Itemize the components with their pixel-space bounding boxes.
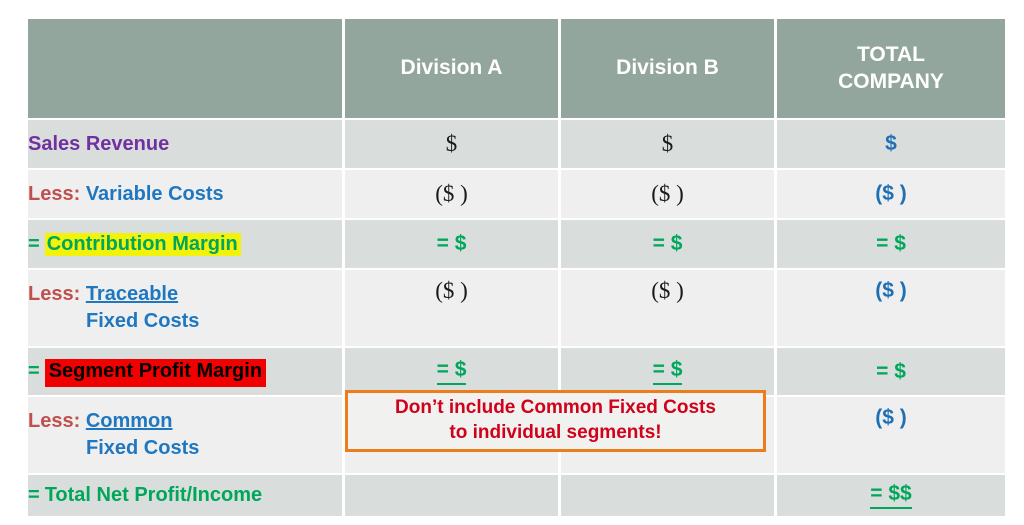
cell-sales-revenue-division-a: $ bbox=[345, 120, 561, 170]
callout-line-1: Don’t include Common Fixed Costs bbox=[395, 397, 716, 419]
label-text-contribution-margin-highlighted: Contribution Margin bbox=[44, 232, 241, 256]
cell-total-net-profit-total-company: = $$ bbox=[777, 475, 1005, 518]
cell-value-underlined: = $ bbox=[436, 358, 467, 386]
label-text-common-fixed-costs-line2: Fixed Costs bbox=[86, 437, 200, 459]
cell-value-underlined: = $ bbox=[652, 358, 683, 386]
label-text-common: Common bbox=[85, 410, 173, 432]
common-fixed-costs-callout: Don’t include Common Fixed Costs to indi… bbox=[345, 390, 766, 452]
cell-segment-profit-margin-total-company: = $ bbox=[777, 348, 1005, 397]
label-text-variable-costs: Variable Costs bbox=[85, 182, 224, 205]
cell-sales-revenue-total-company: $ bbox=[777, 120, 1005, 170]
label-text-sales-revenue: Sales Revenue bbox=[28, 132, 170, 155]
table-row-total-net-profit-income: = Total Net Profit/Income = $$ bbox=[28, 475, 1005, 518]
header-division-b: Division B bbox=[561, 19, 777, 120]
label-prefix-less-variable: Less: bbox=[28, 182, 81, 205]
cell-sales-revenue-division-b: $ bbox=[561, 120, 777, 170]
cell-variable-costs-division-b: ($ ) bbox=[561, 170, 777, 220]
cell-traceable-fixed-costs-total-company: ($ ) bbox=[777, 270, 1005, 348]
header-total-line2: COMPANY bbox=[838, 69, 944, 93]
cell-traceable-fixed-costs-division-b: ($ ) bbox=[561, 270, 777, 348]
row-label-traceable-fixed-costs: Less: Traceable Fixed Costs bbox=[28, 270, 345, 348]
label-prefix-less-traceable: Less: bbox=[28, 283, 81, 305]
callout-line-2: to individual segments! bbox=[449, 422, 662, 443]
table-row-contribution-margin: = Contribution Margin = $ = $ = $ bbox=[28, 220, 1005, 270]
header-corner-cell bbox=[28, 19, 345, 120]
callout-text: Don’t include Common Fixed Costs to indi… bbox=[395, 396, 716, 445]
table-body: Sales Revenue $ $ $ Less: Variable Costs… bbox=[28, 120, 1005, 518]
cell-total-net-profit-division-a bbox=[345, 475, 561, 518]
cell-variable-costs-division-a: ($ ) bbox=[345, 170, 561, 220]
header-total-company: TOTAL COMPANY bbox=[777, 19, 1005, 120]
row-label-total-net-profit-income: = Total Net Profit/Income bbox=[28, 475, 345, 518]
cell-value-underlined: = $$ bbox=[870, 482, 912, 510]
table-row-variable-costs: Less: Variable Costs ($ ) ($ ) ($ ) bbox=[28, 170, 1005, 220]
label-text-traceable-fixed-costs-line2: Fixed Costs bbox=[86, 310, 200, 332]
cell-traceable-fixed-costs-division-a: ($ ) bbox=[345, 270, 561, 348]
cell-total-net-profit-division-b bbox=[561, 475, 777, 518]
table-header-row: Division A Division B TOTAL COMPANY bbox=[28, 19, 1005, 120]
label-prefix-less-common: Less: bbox=[28, 410, 81, 432]
label-text-total-net-profit-income: Total Net Profit/Income bbox=[44, 484, 263, 506]
table-header: Division A Division B TOTAL COMPANY bbox=[28, 19, 1005, 120]
cell-common-fixed-costs-total-company: ($ ) bbox=[777, 397, 1005, 475]
header-total-line1: TOTAL bbox=[856, 43, 926, 67]
label-prefix-equals-segment: = bbox=[28, 360, 40, 382]
header-division-a: Division A bbox=[345, 19, 561, 120]
row-label-common-fixed-costs: Less: Common Fixed Costs bbox=[28, 397, 345, 475]
label-prefix-equals-contribution: = bbox=[28, 232, 40, 255]
label-text-segment-profit-margin-highlighted: Segment Profit Margin bbox=[44, 359, 267, 387]
cell-contribution-margin-division-b: = $ bbox=[561, 220, 777, 270]
row-label-segment-profit-margin: = Segment Profit Margin bbox=[28, 348, 345, 397]
row-label-variable-costs: Less: Variable Costs bbox=[28, 170, 345, 220]
cell-contribution-margin-total-company: = $ bbox=[777, 220, 1005, 270]
table-row-traceable-fixed-costs: Less: Traceable Fixed Costs ($ ) ($ ) ($… bbox=[28, 270, 1005, 348]
label-prefix-equals-total: = bbox=[28, 484, 40, 506]
row-label-contribution-margin: = Contribution Margin bbox=[28, 220, 345, 270]
cell-variable-costs-total-company: ($ ) bbox=[777, 170, 1005, 220]
row-label-sales-revenue: Sales Revenue bbox=[28, 120, 345, 170]
slide-canvas: Division A Division B TOTAL COMPANY Sale… bbox=[0, 0, 1024, 525]
table-row-sales-revenue: Sales Revenue $ $ $ bbox=[28, 120, 1005, 170]
cell-contribution-margin-division-a: = $ bbox=[345, 220, 561, 270]
label-text-traceable: Traceable bbox=[85, 283, 179, 305]
